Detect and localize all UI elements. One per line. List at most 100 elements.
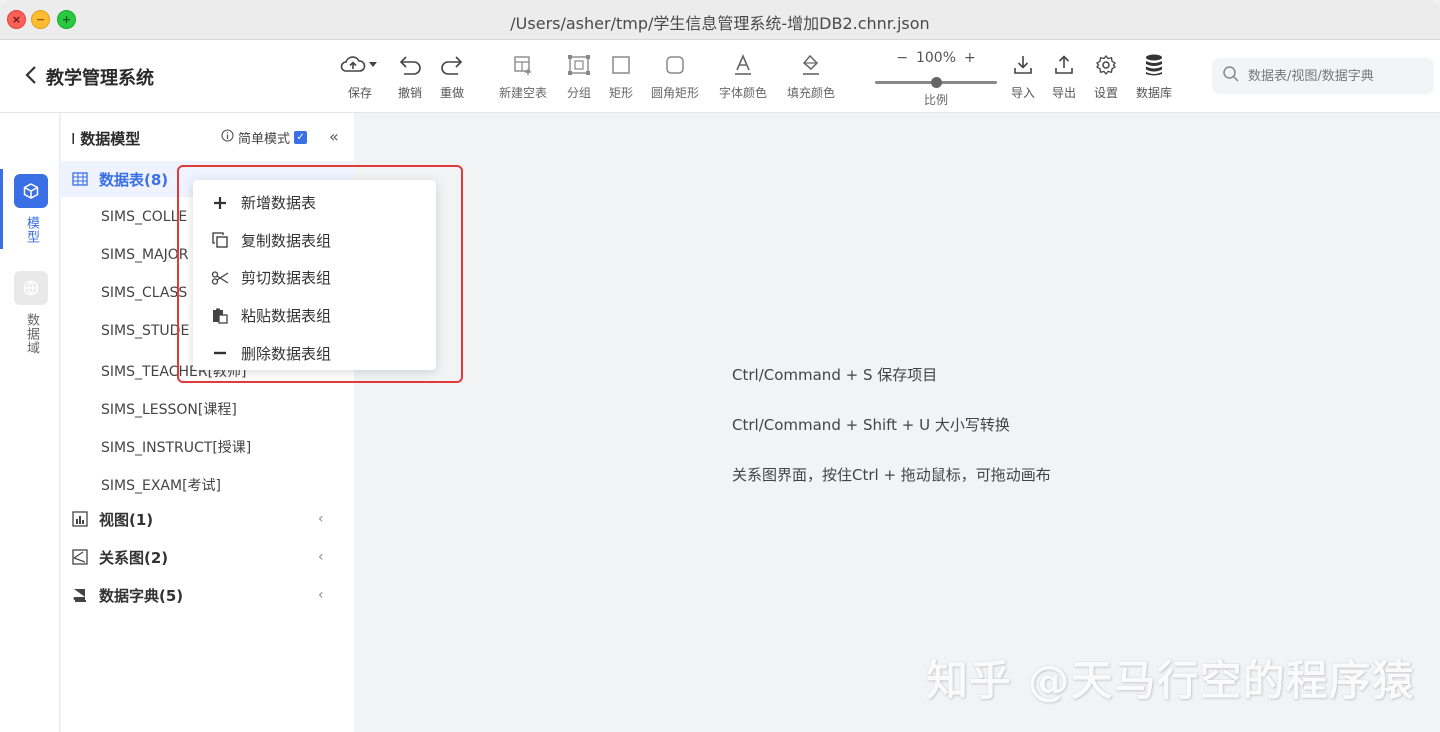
- group-button[interactable]: 分组: [567, 52, 591, 101]
- fill-color-label: 填充颜色: [787, 86, 836, 100]
- menu-item-copy-group[interactable]: 复制数据表组: [193, 222, 436, 260]
- redo-label: 重做: [439, 86, 464, 100]
- chevron-left-icon: ‹: [318, 511, 324, 527]
- chart-icon: [71, 510, 89, 528]
- database-label: 数据库: [1136, 86, 1173, 100]
- database-icon: [1143, 52, 1165, 78]
- rectangle-icon: [610, 52, 632, 78]
- group-icon: [567, 52, 591, 78]
- undo-button[interactable]: 撤销: [396, 52, 424, 101]
- menu-item-add-table[interactable]: 新增数据表: [193, 184, 436, 222]
- redo-button[interactable]: 重做: [438, 52, 466, 101]
- redo-icon: [438, 52, 466, 78]
- rounded-rectangle-button[interactable]: 圆角矩形: [651, 52, 699, 101]
- simple-mode-toggle[interactable]: 简单模式 ✓: [221, 128, 308, 147]
- back-button[interactable]: 教学管理系统: [24, 64, 154, 90]
- table-item[interactable]: SIMS_CLASS: [101, 285, 187, 301]
- info-icon: [221, 129, 234, 146]
- chevron-left-icon: ‹: [318, 587, 324, 603]
- font-color-button[interactable]: 字体颜色: [719, 52, 767, 101]
- cube-icon: [14, 174, 48, 208]
- relation-icon: [71, 548, 89, 566]
- zoom-value: 100%: [915, 50, 957, 66]
- rail-item-domain[interactable]: 数据域: [14, 271, 48, 355]
- simple-mode-checkbox[interactable]: ✓: [294, 131, 308, 144]
- cloud-upload-icon: [338, 52, 382, 78]
- tree-group-views[interactable]: 视图(1) ‹: [61, 501, 354, 537]
- table-item[interactable]: SIMS_LESSON[课程]: [101, 399, 237, 419]
- context-menu: 新增数据表 复制数据表组 剪切数据表组 粘贴数据表组 删除数据表组: [193, 180, 436, 370]
- zoom-slider-handle[interactable]: [930, 77, 942, 88]
- tree-group-dictionary[interactable]: 数据字典(5) ‹: [61, 577, 354, 613]
- new-table-label: 新建空表: [499, 86, 548, 100]
- left-rail: 模型 数据域: [0, 113, 60, 732]
- tree-group-relations[interactable]: 关系图(2) ‹: [61, 539, 354, 575]
- fill-color-button[interactable]: 填充颜色: [787, 52, 835, 101]
- new-table-button[interactable]: 新建空表: [499, 52, 547, 101]
- import-button[interactable]: 导入: [1011, 52, 1035, 101]
- menu-item-label: 新增数据表: [241, 194, 317, 213]
- menu-item-paste-group[interactable]: 粘贴数据表组: [193, 297, 436, 335]
- rounded-rectangle-icon: [664, 52, 686, 78]
- zoom-label: 比例: [923, 93, 948, 107]
- import-label: 导入: [1011, 86, 1036, 100]
- menu-item-label: 删除数据表组: [241, 344, 332, 363]
- new-table-icon: [512, 52, 534, 78]
- shortcut-hint: 关系图界面，按住Ctrl + 拖动鼠标，可拖动画布: [732, 466, 1051, 484]
- table-item[interactable]: SIMS_STUDE: [101, 323, 189, 339]
- tree-group-label: 关系图(2): [99, 548, 169, 567]
- export-button[interactable]: 导出: [1052, 52, 1076, 101]
- rectangle-label: 矩形: [609, 86, 634, 100]
- table-item[interactable]: SIMS_INSTRUCT[授课]: [101, 437, 251, 457]
- plus-icon: [211, 196, 229, 210]
- database-button[interactable]: 数据库: [1136, 52, 1172, 101]
- rounded-rectangle-label: 圆角矩形: [651, 86, 700, 100]
- chevron-left-icon: [24, 65, 38, 90]
- menu-item-delete-group[interactable]: 删除数据表组: [193, 334, 436, 372]
- menu-item-label: 剪切数据表组: [241, 269, 332, 288]
- scissors-icon: [211, 271, 229, 285]
- font-color-icon: [732, 52, 754, 78]
- rail-item-model[interactable]: 模型: [14, 174, 48, 244]
- rail-label-domain: 数据域: [24, 313, 39, 355]
- app-title: 教学管理系统: [46, 68, 154, 89]
- rail-label-model: 模型: [24, 216, 39, 244]
- search-icon: [1222, 65, 1240, 87]
- undo-label: 撤销: [397, 86, 422, 100]
- table-item[interactable]: SIMS_MAJOR: [101, 247, 189, 263]
- panel-title: I 数据模型: [71, 129, 141, 148]
- minus-icon: [211, 346, 229, 360]
- watermark: 知乎 @天马行空的程序猿: [926, 656, 1415, 705]
- diagram-canvas[interactable]: Ctrl/Command + S 保存项目 Ctrl/Command + Shi…: [354, 113, 1440, 732]
- simple-mode-label: 简单模式: [238, 132, 291, 147]
- table-icon: [71, 170, 89, 188]
- zoom-in-button[interactable]: +: [964, 50, 976, 66]
- import-icon: [1012, 52, 1034, 78]
- menu-item-label: 粘贴数据表组: [241, 307, 332, 326]
- zoom-control: − 100% + 比例: [873, 50, 999, 107]
- font-color-label: 字体颜色: [719, 86, 768, 100]
- zoom-out-button[interactable]: −: [896, 50, 908, 66]
- book-icon: [71, 586, 89, 604]
- search-box[interactable]: [1212, 58, 1434, 94]
- save-label: 保存: [347, 86, 372, 100]
- collapse-panel-button[interactable]: «: [329, 127, 339, 146]
- export-label: 导出: [1052, 86, 1077, 100]
- menu-item-label: 复制数据表组: [241, 231, 332, 250]
- rail-active-indicator: [0, 169, 3, 249]
- save-button[interactable]: 保存: [338, 52, 382, 101]
- rectangle-button[interactable]: 矩形: [609, 52, 633, 101]
- chevron-left-icon: ‹: [318, 549, 324, 565]
- menu-item-cut-group[interactable]: 剪切数据表组: [193, 259, 436, 297]
- table-item[interactable]: SIMS_EXAM[考试]: [101, 475, 221, 495]
- undo-icon: [396, 52, 424, 78]
- settings-button[interactable]: 设置: [1094, 52, 1118, 101]
- title-bar: × − + /Users/asher/tmp/学生信息管理系统-增加DB2.ch…: [0, 0, 1440, 40]
- globe-icon: [14, 271, 48, 305]
- tree-group-label: 数据字典(5): [99, 586, 184, 605]
- fill-color-icon: [800, 52, 822, 78]
- search-input[interactable]: [1248, 68, 1418, 84]
- window-title: /Users/asher/tmp/学生信息管理系统-增加DB2.chnr.jso…: [510, 14, 930, 33]
- table-item[interactable]: SIMS_COLLE: [101, 209, 187, 225]
- group-label: 分组: [567, 86, 592, 100]
